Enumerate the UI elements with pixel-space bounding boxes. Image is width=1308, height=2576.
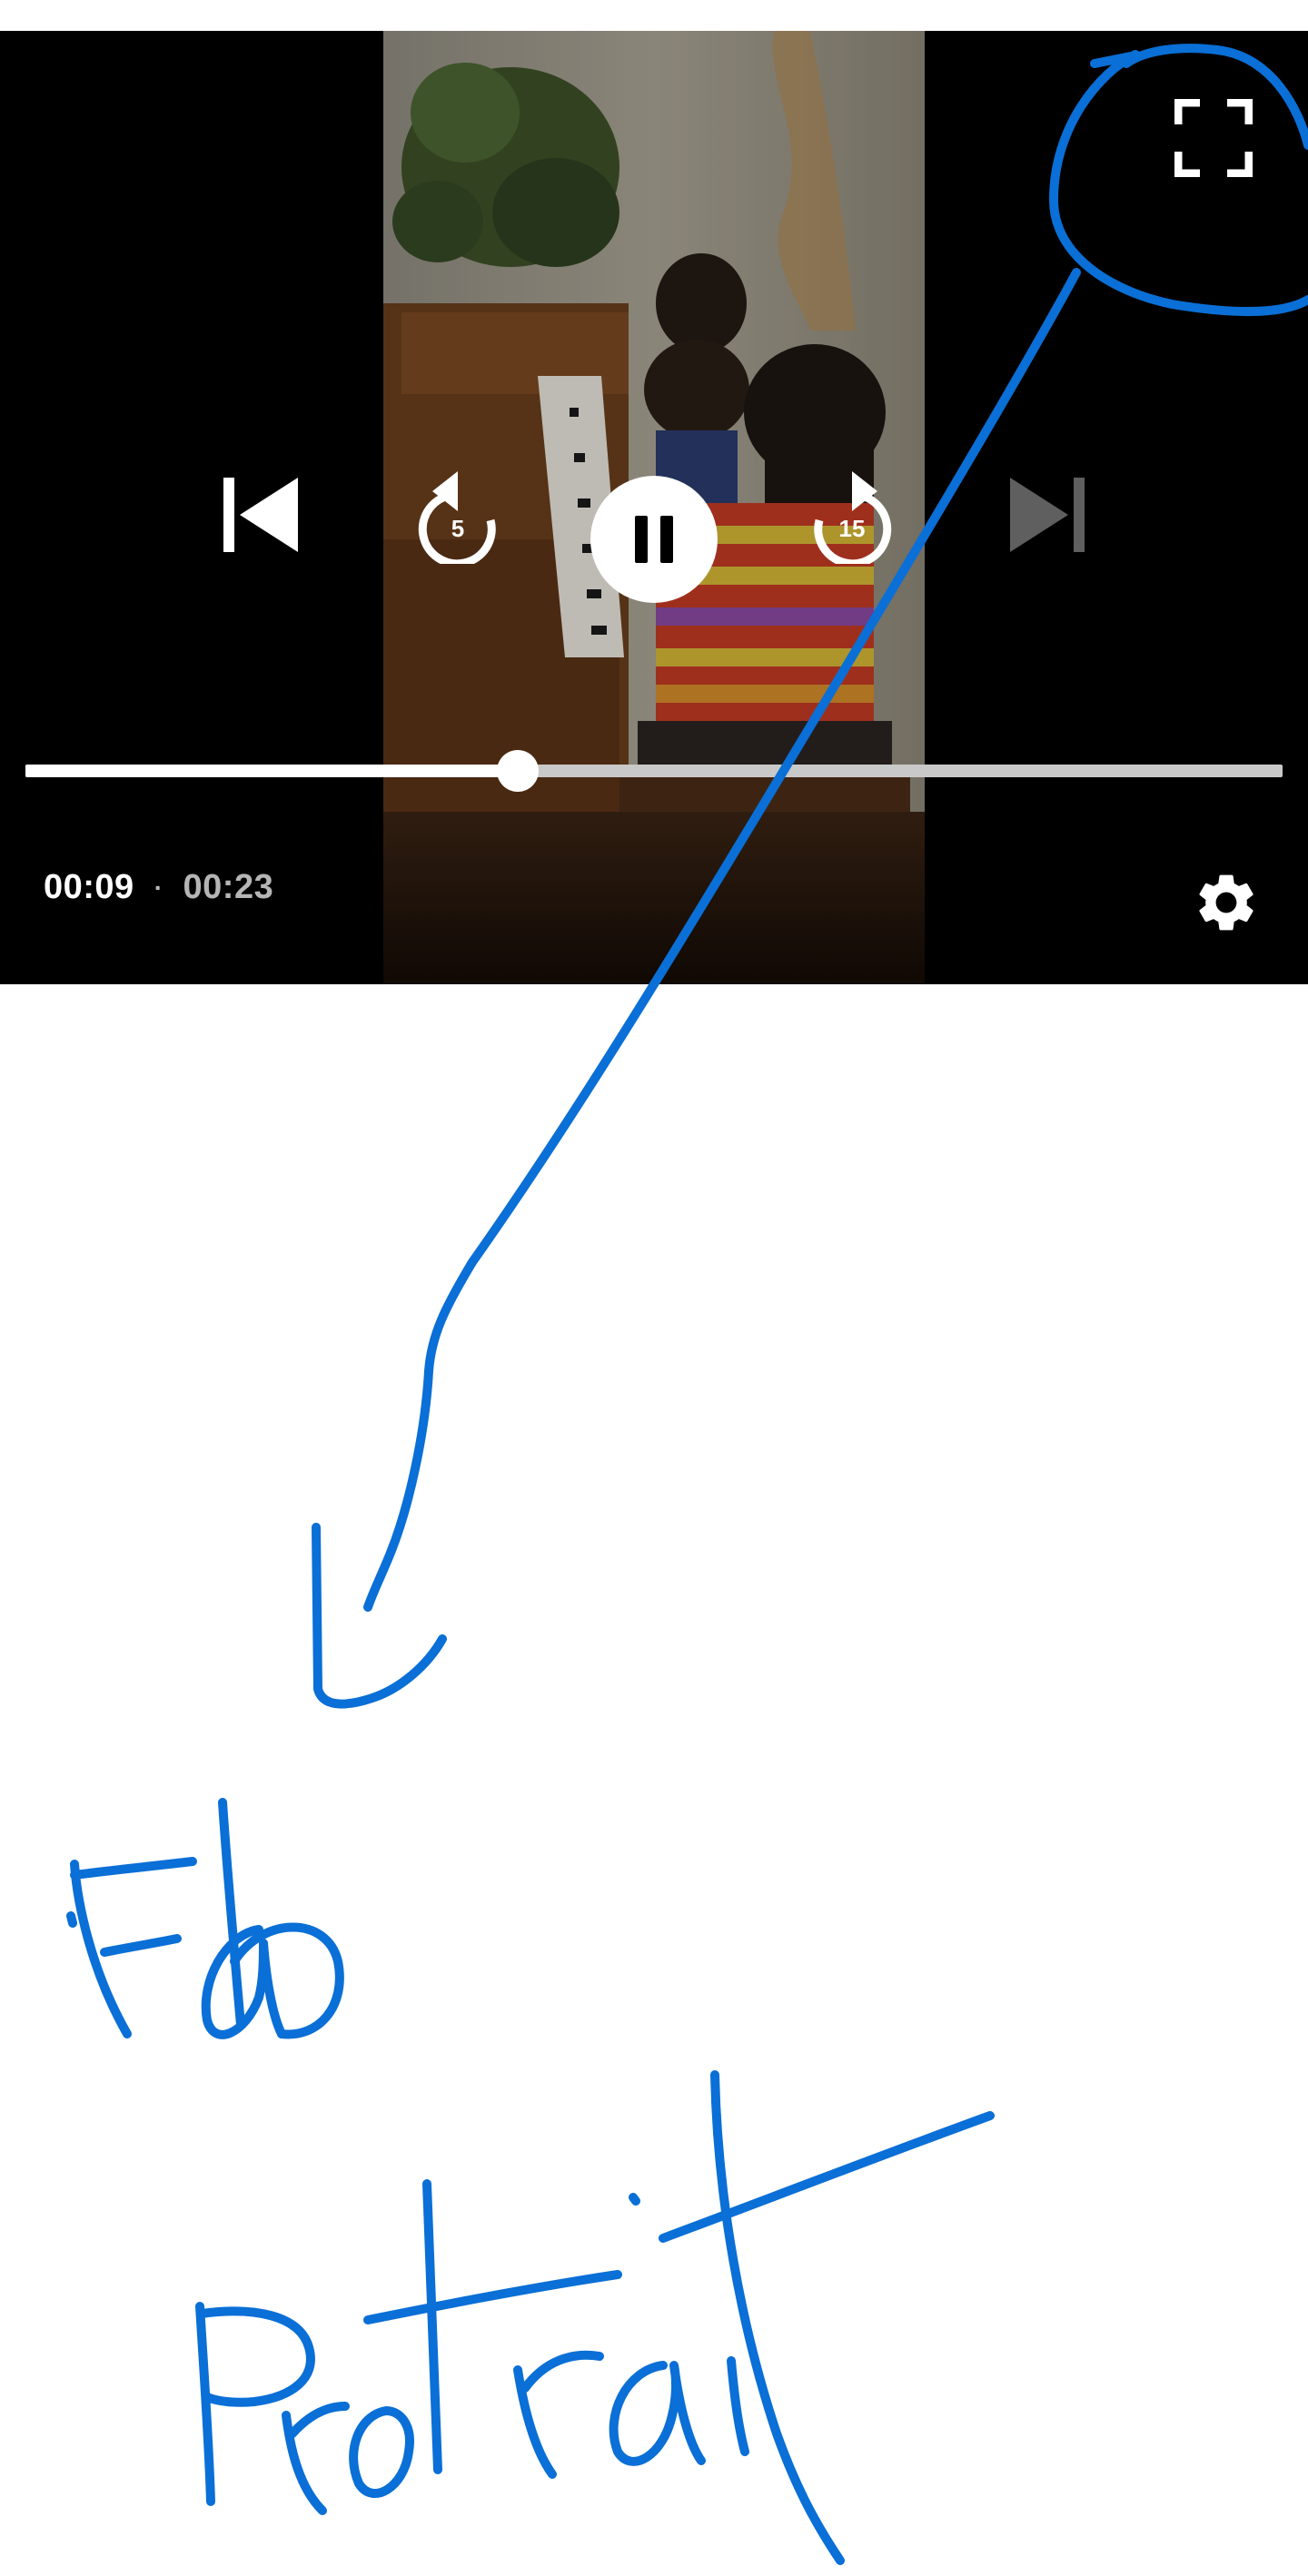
annotation-portrait-P: [195, 2302, 315, 2506]
annotation-portrait-a: [609, 2361, 706, 2466]
seek-bar[interactable]: [25, 750, 1283, 792]
annotation-fab-a: [201, 1925, 286, 2039]
current-time: 00:09: [44, 868, 134, 906]
time-display: 00:09 · 00:23: [44, 868, 273, 907]
seek-thumb[interactable]: [496, 750, 539, 792]
settings-button[interactable]: [1181, 857, 1272, 948]
next-button[interactable]: [990, 456, 1108, 574]
rewind-seconds-label: 5: [451, 515, 465, 542]
forward-button[interactable]: 15: [788, 450, 916, 577]
annotation-portrait-r2: [513, 2350, 604, 2479]
time-separator: ·: [154, 873, 164, 902]
gear-icon: [1192, 868, 1261, 937]
previous-button[interactable]: [200, 456, 318, 574]
play-pause-button[interactable]: [590, 476, 718, 603]
forward-icon: 15: [807, 464, 897, 564]
annotation-fab-F: [66, 1857, 197, 2038]
video-player[interactable]: 5 15 00:09 · 00:23: [0, 31, 1308, 984]
annotation-arrow-head: [312, 1523, 447, 1709]
skip-next-icon: [1006, 472, 1092, 558]
annotation-fab-b: [218, 1798, 344, 2039]
seek-played: [25, 765, 518, 777]
annotation-portrait-i: [629, 2193, 749, 2456]
fullscreen-icon: [1174, 99, 1253, 177]
page: 5 15 00:09 · 00:23: [0, 0, 1308, 2576]
annotation-portrait-o: [349, 2406, 414, 2498]
pause-icon: [631, 514, 677, 565]
replay-icon: 5: [412, 464, 503, 564]
annotation-portrait-t: [363, 2179, 622, 2474]
skip-previous-icon: [216, 472, 302, 558]
total-duration: 00:23: [183, 868, 274, 906]
annotation-portrait-t2: [659, 2070, 995, 2565]
annotation-portrait-r1: [282, 2402, 350, 2515]
fullscreen-button[interactable]: [1159, 84, 1268, 192]
rewind-button[interactable]: 5: [394, 450, 521, 577]
forward-seconds-label: 15: [838, 515, 866, 542]
